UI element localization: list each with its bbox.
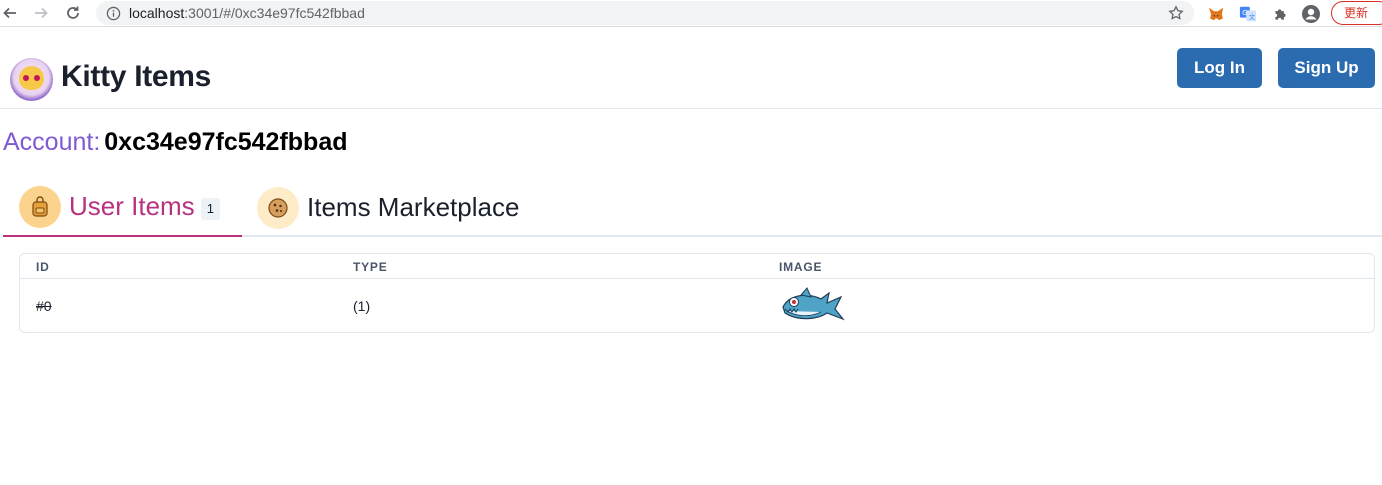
tab-user-items-label: User Items	[69, 191, 195, 221]
translate-icon[interactable]: G文	[1238, 4, 1258, 24]
info-icon[interactable]	[105, 5, 121, 21]
account-heading: Account: 0xc34e97fc542fbbad	[3, 128, 348, 157]
backpack-icon	[19, 185, 61, 228]
login-button[interactable]: Log In	[1177, 48, 1262, 88]
url-text: localhost:3001/#/0xc34e97fc542fbbad	[129, 5, 365, 21]
column-header-image: IMAGE	[779, 260, 823, 274]
svg-text:文: 文	[1249, 12, 1256, 21]
cookie-icon	[257, 186, 299, 229]
column-header-id: ID	[36, 260, 50, 274]
svg-text:G: G	[1242, 8, 1248, 17]
profile-avatar-icon[interactable]	[1301, 4, 1321, 24]
app-header: Kitty Items Log In Sign Up	[0, 32, 1382, 109]
signup-button[interactable]: Sign Up	[1278, 48, 1375, 88]
tab-list: User Items 1 Items Marketplace	[3, 178, 1382, 237]
kitty-logo-icon	[10, 58, 53, 101]
account-address: 0xc34e97fc542fbbad	[104, 128, 348, 156]
account-label: Account:	[3, 128, 101, 156]
url-host: localhost	[129, 5, 185, 21]
bookmark-star-icon[interactable]	[1168, 5, 1184, 21]
app-title[interactable]: Kitty Items	[61, 60, 211, 94]
column-header-type: TYPE	[353, 260, 388, 274]
tab-items-marketplace-label: Items Marketplace	[307, 192, 520, 222]
table-row[interactable]: #0 (1)	[20, 279, 1374, 333]
item-count-badge: 1	[200, 197, 220, 220]
browser-update-button[interactable]: 更新	[1331, 1, 1382, 25]
item-image-cell	[779, 287, 845, 328]
metamask-fox-icon[interactable]	[1206, 4, 1226, 24]
back-arrow-icon[interactable]	[0, 3, 20, 23]
forward-arrow-icon[interactable]	[31, 3, 51, 23]
item-id: #0	[36, 298, 52, 314]
address-bar[interactable]: localhost:3001/#/0xc34e97fc542fbbad	[96, 1, 1194, 25]
user-items-table: ID TYPE IMAGE #0 (1)	[19, 253, 1375, 333]
browser-toolbar: localhost:3001/#/0xc34e97fc542fbbad G文 更…	[0, 0, 1382, 27]
tab-items-marketplace[interactable]: Items Marketplace	[257, 178, 547, 237]
reload-icon[interactable]	[63, 3, 83, 23]
table-header: ID TYPE IMAGE	[20, 254, 1374, 279]
item-id-cell: #0	[36, 298, 52, 314]
item-type-cell: (1)	[353, 298, 371, 314]
shark-icon	[782, 287, 845, 321]
tab-user-items[interactable]: User Items 1	[3, 178, 242, 237]
extensions-puzzle-icon[interactable]	[1270, 4, 1290, 24]
url-path: :3001/#/0xc34e97fc542fbbad	[184, 5, 365, 21]
